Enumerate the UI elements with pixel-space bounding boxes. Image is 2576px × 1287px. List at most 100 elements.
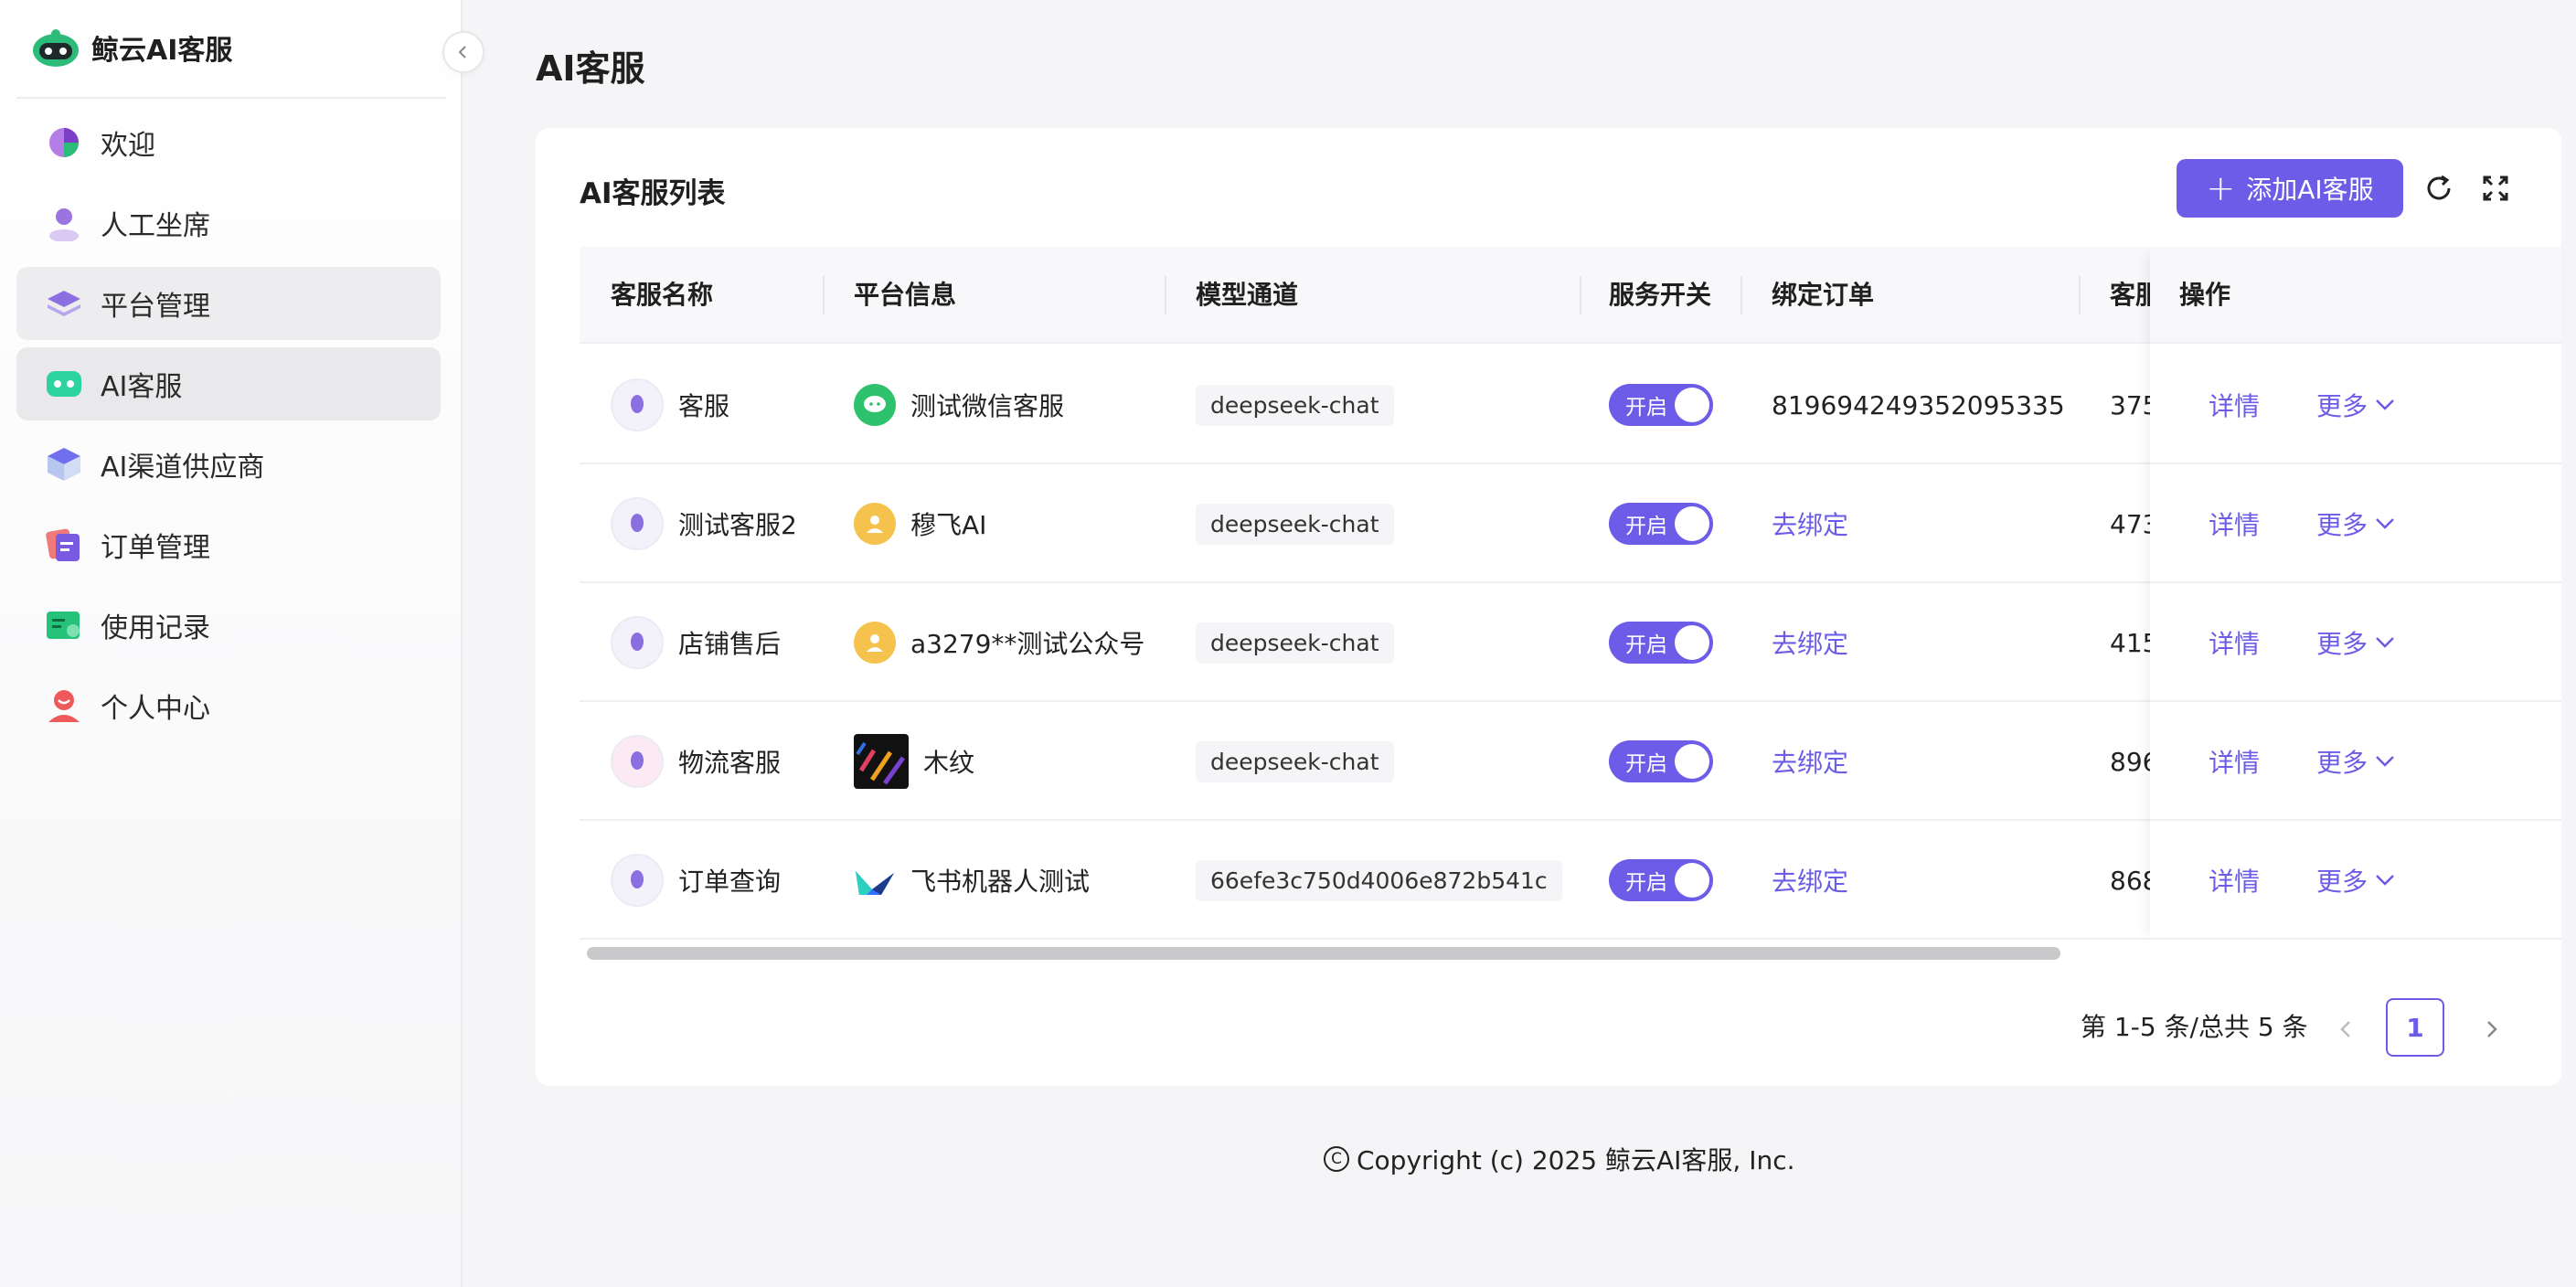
plus-icon: + [2206, 168, 2236, 208]
detail-link[interactable]: 详情 [2209, 387, 2260, 423]
column-header-bound-order: 绑定订单 [1772, 280, 1875, 310]
sidebar-item-welcome[interactable]: 欢迎 [16, 106, 441, 179]
more-dropdown[interactable]: 更多 [2316, 743, 2395, 780]
actions-cell: 详情 [2209, 464, 2260, 583]
switch-cell: 开启 [1609, 346, 1713, 464]
sidebar-item-label: AI渠道供应商 [101, 452, 265, 484]
column-header-actions: 操作 [2179, 280, 2231, 310]
fullscreen-icon[interactable] [2477, 170, 2514, 207]
detail-link[interactable]: 详情 [2209, 743, 2260, 780]
model-cell: deepseek-chat [1196, 464, 1394, 583]
order-cell: 819694249352095335 [1772, 346, 2065, 464]
feishu-icon [854, 859, 896, 901]
sidebar-item-label: 使用记录 [101, 612, 210, 644]
sidebar-item-channel-vendors[interactable]: AI渠道供应商 [16, 428, 441, 501]
platform-cell: 木纹 [854, 702, 974, 821]
bind-order-link[interactable]: 去绑定 [1772, 505, 1848, 542]
page-number-button[interactable]: 1 [2386, 998, 2444, 1057]
model-tag: deepseek-chat [1196, 622, 1394, 664]
platform-cell: 穆飞AI [854, 464, 986, 583]
more-dropdown[interactable]: 更多 [2316, 505, 2395, 542]
column-separator [2079, 276, 2081, 314]
platform-name: a3279**测试公众号 [910, 629, 1145, 659]
column-separator [1580, 276, 1581, 314]
column-separator [1165, 276, 1166, 314]
order-cell: 去绑定 [1772, 821, 1848, 940]
service-toggle[interactable]: 开启 [1609, 740, 1713, 782]
woodgrain-image [854, 734, 909, 789]
model-tag: deepseek-chat [1196, 740, 1394, 782]
sidebar-item-usage-records[interactable]: 使用记录 [16, 589, 441, 662]
name-cell: 测试客服2 [611, 464, 797, 583]
more-label: 更多 [2316, 510, 2368, 540]
brand-name: 鲸云AI客服 [91, 35, 233, 67]
more-cell: 更多 [2316, 583, 2395, 702]
robot-icon [46, 366, 82, 402]
brand[interactable]: 鲸云AI客服 [31, 26, 232, 69]
chevron-down-icon [2376, 637, 2394, 648]
detail-link[interactable]: 详情 [2209, 505, 2260, 542]
prev-page-button[interactable] [2327, 1011, 2364, 1048]
service-toggle[interactable]: 开启 [1609, 622, 1713, 664]
chevron-left-icon [458, 46, 466, 58]
whale-robot-logo-icon [33, 29, 79, 67]
more-dropdown[interactable]: 更多 [2316, 624, 2395, 661]
platform-name: 穆飞AI [910, 510, 987, 540]
footer: C Copyright (c) 2025 鲸云AI客服, Inc. [1324, 1141, 1795, 1177]
copyright-text: Copyright (c) 2025 鲸云AI客服, Inc. [1357, 1145, 1795, 1175]
bind-order-link[interactable]: 去绑定 [1772, 624, 1848, 661]
bind-order-link[interactable]: 去绑定 [1772, 862, 1848, 899]
sidebar-item-label: 个人中心 [101, 693, 210, 725]
chevron-down-icon [2376, 518, 2394, 529]
order-cell: 去绑定 [1772, 702, 1848, 821]
more-dropdown[interactable]: 更多 [2316, 862, 2395, 899]
toggle-knob [1675, 863, 1709, 898]
chevron-right-icon [2487, 1021, 2497, 1037]
more-dropdown[interactable]: 更多 [2316, 387, 2395, 423]
actions-row: 详情 更多 [2150, 346, 2561, 464]
model-cell: 66efe3c750d4006e872b541c [1196, 821, 1562, 940]
service-name: 测试客服2 [678, 510, 797, 540]
layers-icon [46, 285, 82, 322]
refresh-icon[interactable] [2421, 170, 2457, 207]
actions-cell: 详情 [2209, 821, 2260, 940]
sidebar-item-label: 平台管理 [101, 291, 210, 323]
service-toggle[interactable]: 开启 [1609, 859, 1713, 901]
name-cell: 店铺售后 [611, 583, 781, 702]
service-name: 物流客服 [678, 748, 782, 778]
actions-cell: 详情 [2209, 346, 2260, 464]
next-page-button[interactable] [2474, 1011, 2510, 1048]
platform-name: 木纹 [923, 748, 975, 778]
card-title: AI客服列表 [580, 177, 726, 210]
switch-cell: 开启 [1609, 821, 1713, 940]
model-cell: deepseek-chat [1196, 346, 1394, 464]
sidebar-item-platform[interactable]: 平台管理 [16, 267, 441, 340]
sidebar-item-agents[interactable]: 人工坐席 [16, 186, 441, 260]
horizontal-scrollbar[interactable] [587, 947, 2060, 960]
detail-link[interactable]: 详情 [2209, 624, 2260, 661]
avatar [611, 735, 664, 788]
toggle-label: 开启 [1625, 633, 1667, 657]
page-title: AI客服 [536, 48, 645, 89]
sidebar-item-orders[interactable]: 订单管理 [16, 508, 441, 581]
sidebar-item-profile[interactable]: 个人中心 [16, 669, 441, 742]
sidebar-nav: 欢迎 人工坐席 平台管理 AI客服 AI渠道供应商 订单管理 使用记录 个人中心 [16, 106, 441, 750]
service-toggle[interactable]: 开启 [1609, 503, 1713, 545]
add-ai-service-button[interactable]: + 添加AI客服 [2177, 159, 2403, 218]
actions-row: 详情 更多 [2150, 583, 2561, 702]
bind-order-link[interactable]: 去绑定 [1772, 743, 1848, 780]
detail-link[interactable]: 详情 [2209, 862, 2260, 899]
service-name: 订单查询 [678, 867, 782, 897]
sidebar-item-ai-service[interactable]: AI客服 [16, 347, 441, 420]
bound-order-id: 819694249352095335 [1772, 389, 2065, 420]
more-cell: 更多 [2316, 464, 2395, 583]
avatar [611, 854, 664, 907]
collapse-sidebar-button[interactable] [442, 31, 484, 73]
column-header-name: 客服名称 [611, 280, 714, 310]
record-card-icon [46, 607, 82, 644]
service-toggle[interactable]: 开启 [1609, 384, 1713, 426]
chevron-down-icon [2376, 399, 2394, 410]
toggle-label: 开启 [1625, 871, 1667, 895]
avatar [611, 378, 664, 431]
more-label: 更多 [2316, 629, 2368, 659]
